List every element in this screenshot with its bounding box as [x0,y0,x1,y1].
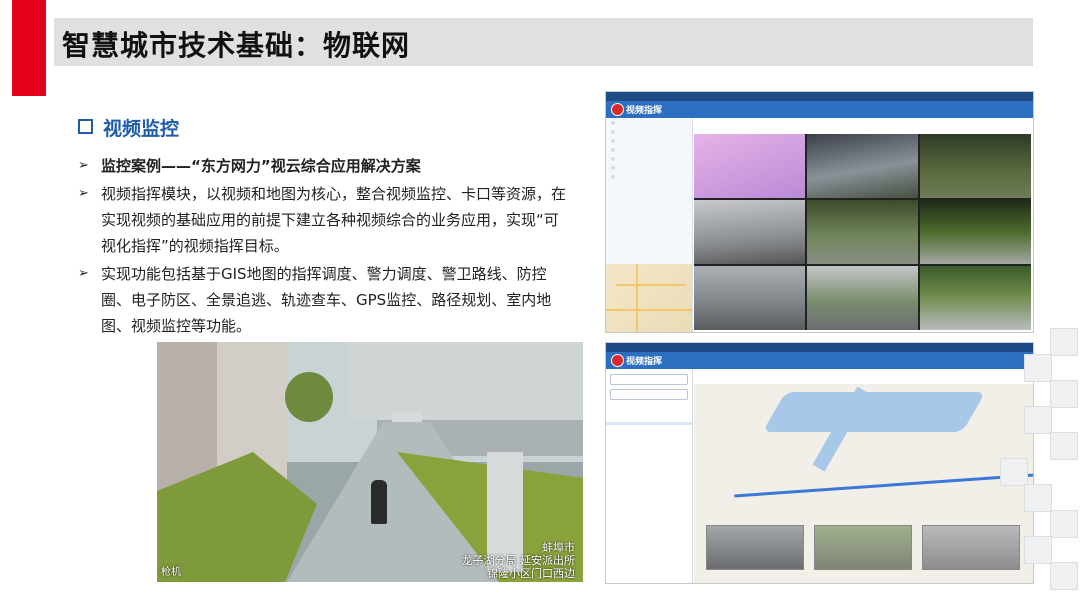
video-wall-screenshot: 视频指挥 [605,91,1034,333]
photo-tree [285,372,333,422]
app-header: 视频指挥 [606,101,1033,118]
slide-title: 智慧城市技术基础：物联网 [62,29,411,62]
map-view [694,384,1033,583]
hollow-square-icon [78,119,93,134]
camera-tile [807,200,918,264]
resource-sidebar [606,370,693,583]
cube-shape [1050,562,1078,590]
map-road [636,264,638,332]
bullet-item: 实现功能包括基于GIS地图的指挥调度、警力调度、警卫路线、防控圈、电子防区、全景… [78,261,566,339]
map-road [606,309,692,311]
app-top-bar [606,92,1033,101]
camera-tile [920,134,1031,198]
app-top-bar [606,343,1033,352]
sidebar-search [610,389,688,400]
decorative-cubes [1000,328,1080,608]
tree-row [606,173,692,182]
photo-left-caption: 枪机 [161,567,181,578]
mini-map [606,264,692,332]
caption-line: 蚌埠市 [542,541,575,554]
tree-row [606,137,692,146]
app-header-title: 视频指挥 [626,106,663,116]
photo-pedestrian [371,480,387,524]
list-item [606,434,692,437]
app-header-title: 视频指挥 [626,357,663,367]
bullet-item: 监控案例——“东方网力”视云综合应用解决方案 [78,153,566,179]
video-grid [694,134,1031,330]
tree-row [606,119,692,128]
camera-thumbnail [706,525,804,570]
police-badge-icon [611,354,624,367]
tree-row [606,146,692,155]
cube-shape [1024,536,1052,564]
camera-tile [694,134,805,198]
cube-shape [1050,328,1078,356]
app-header: 视频指挥 [606,352,1033,369]
caption-line: 龙子湖分局 延安派出所 [461,554,576,567]
camera-tile [920,266,1031,330]
bullet-list: 监控案例——“东方网力”视云综合应用解决方案 视频指挥模块，以视频和地图为核心，… [78,153,566,341]
title-bar: 智慧城市技术基础：物联网 [54,18,1033,66]
caption-line: 锦隆小区门口西边 [487,567,575,580]
device-tree-sidebar [606,119,693,332]
map-road [616,284,686,286]
cube-shape [1050,380,1078,408]
camera-tile [694,200,805,264]
cube-shape [1024,484,1052,512]
map-river [762,392,986,432]
bullet-item: 视频指挥模块，以视频和地图为核心，整合视频监控、卡口等资源，在实现视频的基础应用… [78,181,566,259]
camera-tile [807,134,918,198]
camera-tile [694,266,805,330]
map-command-screenshot: 视频指挥 [605,342,1034,584]
sidebar-search [610,374,688,385]
section-heading: 视频监控 [78,114,179,141]
cube-shape [1050,510,1078,538]
cube-shape [1000,458,1028,486]
cube-shape [1024,354,1052,382]
photo-footbridge [347,342,583,420]
surveillance-photo: 枪机 蚌埠市 龙子湖分局 延安派出所 锦隆小区门口西边 [157,342,583,582]
photo-caption: 蚌埠市 龙子湖分局 延安派出所 锦隆小区门口西边 [462,541,576,580]
tree-row [606,155,692,164]
police-badge-icon [611,103,624,116]
section-heading-text: 视频监控 [103,118,180,140]
tree-row [606,128,692,137]
tree-row [606,164,692,173]
camera-tile [807,266,918,330]
red-accent-bar [12,0,46,96]
cube-shape [1024,406,1052,434]
patrol-route [734,473,1033,498]
camera-thumbnail [814,525,912,570]
camera-tile [920,200,1031,264]
cube-shape [1050,432,1078,460]
